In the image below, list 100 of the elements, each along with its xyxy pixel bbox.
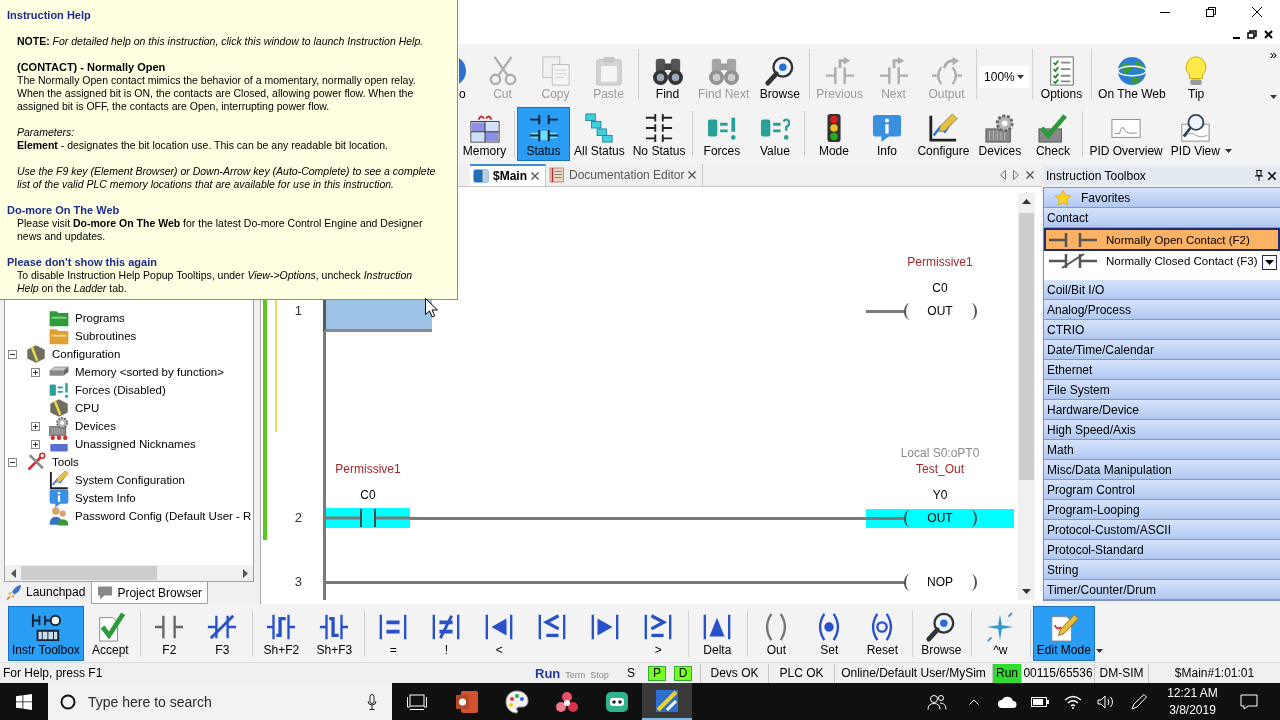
toolbar-button[interactable]: Browse bbox=[753, 45, 807, 103]
editor-tab[interactable]: $Main bbox=[470, 164, 546, 186]
arrow-up-icon[interactable] bbox=[1022, 199, 1031, 204]
tree-item[interactable]: System Configuration bbox=[75, 474, 185, 486]
toolbar-button[interactable]: Memory bbox=[458, 107, 511, 161]
minimize-icon[interactable] bbox=[1160, 11, 1170, 13]
arrow-right-icon[interactable] bbox=[1013, 170, 1019, 180]
toolbar-button[interactable]: Edit Mode bbox=[1032, 606, 1095, 661]
toolbar-button[interactable]: < bbox=[472, 606, 526, 661]
speech-bubble-icon[interactable] bbox=[1240, 693, 1258, 710]
toolbar-button[interactable]: Sh+F2 bbox=[254, 606, 308, 661]
clock-date[interactable]: 3/8/2019 bbox=[1169, 701, 1216, 719]
toolbar-button[interactable]: Reset bbox=[855, 606, 909, 661]
cloud-icon[interactable] bbox=[996, 695, 1017, 708]
category-header[interactable]: Math bbox=[1044, 440, 1280, 460]
arrow-right-icon[interactable] bbox=[242, 568, 248, 578]
panel-tab[interactable]: Project Browser bbox=[91, 582, 209, 604]
taskbar-button[interactable] bbox=[642, 683, 692, 720]
toolbar-button[interactable]: Info bbox=[860, 107, 914, 161]
category-header[interactable]: File System bbox=[1044, 380, 1280, 400]
tree-item[interactable]: System Info bbox=[75, 492, 136, 504]
category-header[interactable]: Timer/Counter/Drum bbox=[1044, 580, 1280, 600]
overflow-chevron[interactable]: » bbox=[1269, 48, 1277, 62]
search-field[interactable]: Type here to search bbox=[48, 683, 392, 720]
pen-icon[interactable] bbox=[1130, 693, 1147, 710]
panel-tab[interactable]: Launchpad bbox=[0, 582, 92, 603]
battery-icon[interactable] bbox=[1030, 696, 1049, 707]
plus-box-icon[interactable] bbox=[31, 421, 40, 431]
close-icon[interactable] bbox=[1026, 171, 1034, 179]
close-icon[interactable] bbox=[1252, 7, 1262, 17]
tree-item[interactable]: Password Config (Default User - R bbox=[75, 510, 252, 522]
toolbar-button[interactable]: = bbox=[366, 606, 420, 661]
toolbar-button[interactable]: PID Overview bbox=[1085, 107, 1167, 161]
toolbar-button[interactable]: F2 bbox=[142, 606, 196, 661]
search-input[interactable]: Type here to search bbox=[88, 693, 355, 710]
four-panes-icon[interactable] bbox=[16, 693, 32, 710]
toolbar-button[interactable]: Mode bbox=[807, 107, 861, 161]
tree-item[interactable]: CPU bbox=[75, 402, 100, 414]
tree-item[interactable]: Forces (Disabled) bbox=[75, 384, 166, 396]
category-header[interactable]: Misc/Data Manipulation bbox=[1044, 460, 1280, 480]
toolbar-button[interactable]: Value bbox=[748, 107, 802, 161]
instruction-item[interactable]: Normally Closed Contact (F3) bbox=[1044, 251, 1262, 271]
toolbar-button[interactable]: On The Web bbox=[1094, 45, 1170, 103]
toolbar-button[interactable]: Find bbox=[641, 45, 694, 103]
toolbar-button[interactable]: Out bbox=[749, 606, 803, 661]
chevron-up-icon[interactable] bbox=[968, 698, 979, 705]
toolbar-button[interactable]: PID View bbox=[1166, 107, 1224, 161]
category-header[interactable]: High Speed/Axis bbox=[1044, 420, 1280, 440]
tree-item[interactable]: Programs bbox=[75, 312, 125, 324]
speaker-icon[interactable] bbox=[1096, 694, 1115, 709]
close-icon[interactable] bbox=[531, 172, 539, 180]
toolbar-button[interactable]: ! bbox=[419, 606, 473, 661]
wifi-icon[interactable] bbox=[1063, 694, 1082, 709]
vertical-scrollbar[interactable] bbox=[1018, 193, 1035, 600]
toolbar-button[interactable]: > bbox=[631, 606, 685, 661]
minus-box-icon[interactable] bbox=[8, 349, 17, 359]
coil-instruction[interactable]: OUT bbox=[866, 508, 1014, 528]
pin-icon[interactable] bbox=[1255, 170, 1263, 181]
restore-icon[interactable] bbox=[1247, 29, 1257, 39]
category-header[interactable]: String bbox=[1044, 560, 1280, 580]
plus-box-icon[interactable] bbox=[31, 367, 40, 377]
category-header[interactable]: Date/Time/Calendar bbox=[1044, 340, 1280, 360]
toolbar-button[interactable]: Forces bbox=[695, 107, 749, 161]
close-icon[interactable] bbox=[1263, 29, 1273, 39]
people-icon[interactable] bbox=[927, 693, 947, 710]
toolbar-button[interactable]: Check bbox=[1026, 107, 1080, 161]
category-header[interactable]: Coil/Bit I/O bbox=[1044, 280, 1280, 300]
plus-box-icon[interactable] bbox=[31, 439, 40, 449]
minus-box-icon[interactable] bbox=[8, 457, 17, 467]
category-header[interactable]: Protocol-Custom/ASCII bbox=[1044, 520, 1280, 540]
tree-item[interactable]: Configuration bbox=[52, 348, 121, 360]
scroll-thumb[interactable] bbox=[1019, 213, 1034, 480]
favorites-header[interactable]: Favorites bbox=[1044, 188, 1280, 208]
contact-icon[interactable] bbox=[326, 508, 410, 528]
toolbar-button[interactable]: Configure bbox=[913, 107, 974, 161]
minimize-icon[interactable] bbox=[1232, 37, 1240, 39]
toolbar-button[interactable]: Tip bbox=[1169, 45, 1223, 103]
category-header[interactable]: Protocol-Standard bbox=[1044, 540, 1280, 560]
dropdown-button[interactable] bbox=[1262, 255, 1277, 270]
category-header[interactable]: Program Control bbox=[1044, 480, 1280, 500]
restore-icon[interactable] bbox=[1206, 7, 1216, 17]
category-header[interactable]: Program-Looping bbox=[1044, 500, 1280, 520]
toolbar-button[interactable]: All Status bbox=[570, 107, 629, 161]
zoom-dropdown[interactable]: 100% bbox=[979, 66, 1030, 88]
arrow-down-icon[interactable] bbox=[1022, 589, 1031, 594]
microphone-icon[interactable] bbox=[367, 693, 377, 710]
toolbar-button[interactable]: Options bbox=[1035, 45, 1089, 103]
clock-time[interactable]: 12:21 AM bbox=[1167, 684, 1218, 702]
toolbar-button[interactable]: Sh+F3 bbox=[307, 606, 361, 661]
toolbar-button[interactable]: o bbox=[458, 45, 476, 103]
close-icon[interactable] bbox=[1268, 171, 1276, 180]
caret-icon[interactable] bbox=[1224, 149, 1232, 153]
tree-item[interactable]: Subroutines bbox=[75, 330, 137, 342]
toolbar-button[interactable]: No Status bbox=[628, 107, 690, 161]
category-header[interactable]: CTRIO bbox=[1044, 320, 1280, 340]
tree-item[interactable]: Tools bbox=[52, 456, 79, 468]
toolbar-button[interactable]: Browse bbox=[914, 606, 968, 661]
toolbar-button[interactable]: Instr Toolbox bbox=[8, 606, 84, 661]
arrow-left-icon[interactable] bbox=[10, 568, 16, 578]
toolbar-button[interactable]: Set bbox=[802, 606, 856, 661]
